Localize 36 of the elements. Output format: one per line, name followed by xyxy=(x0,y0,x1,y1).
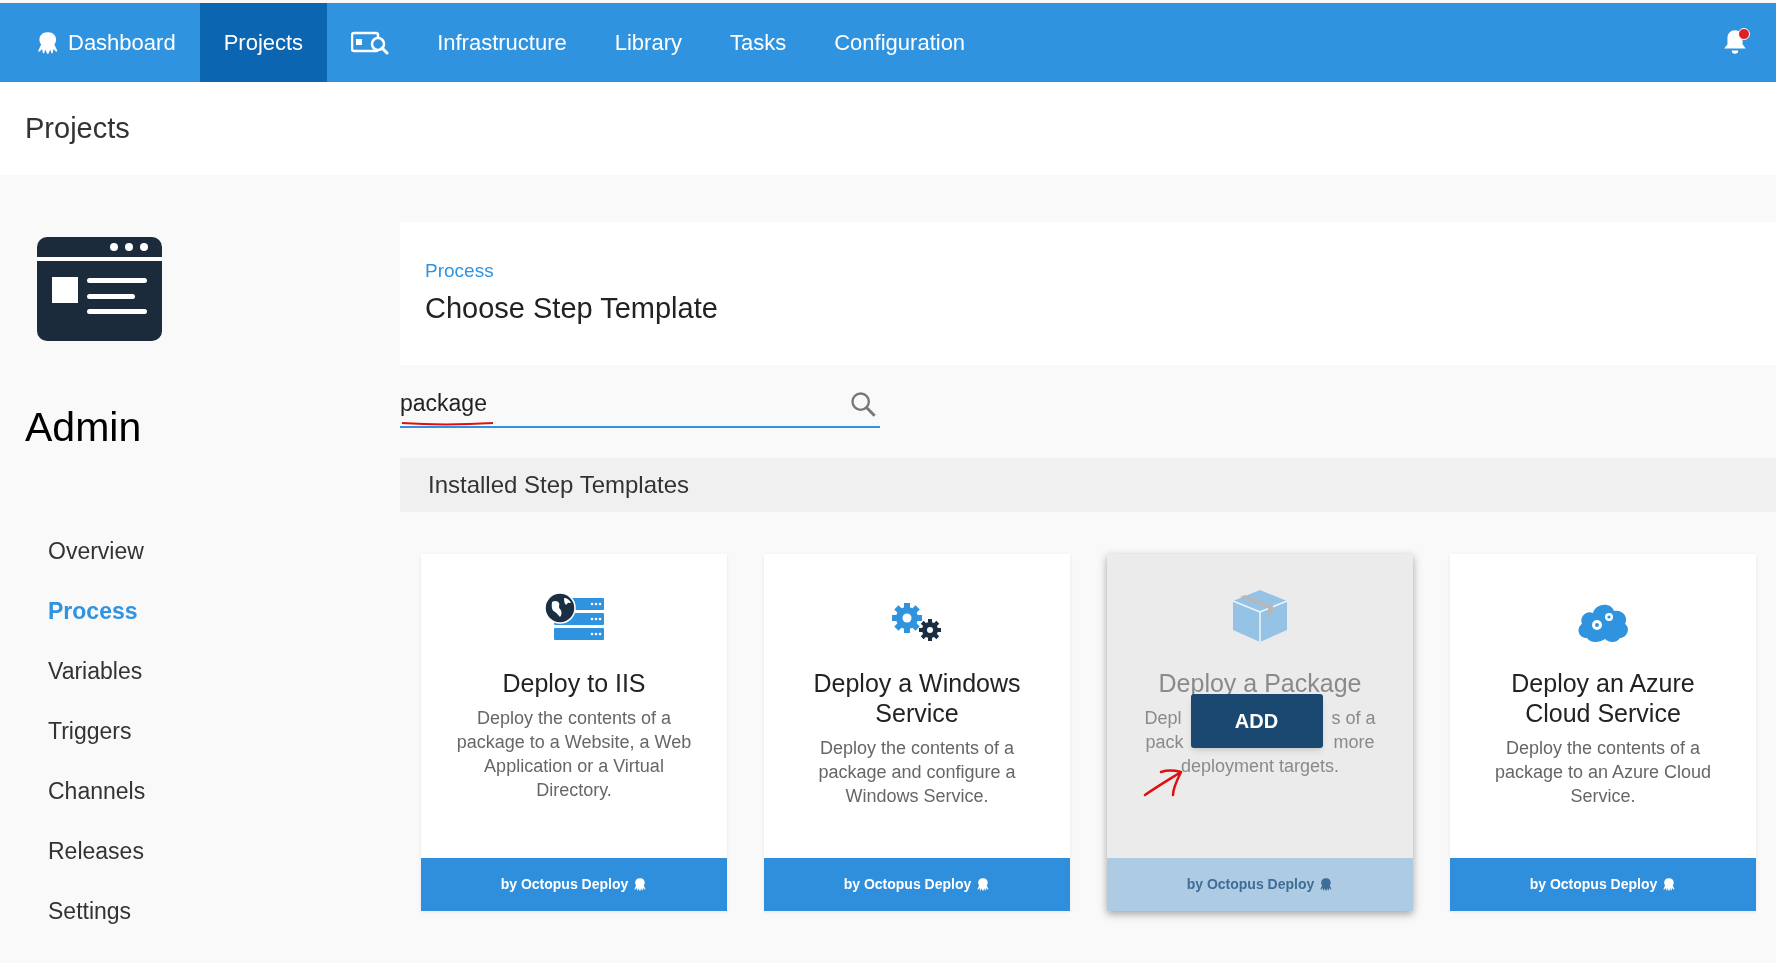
octopus-icon xyxy=(975,877,991,892)
search-input[interactable]: package xyxy=(400,386,849,421)
box-icon xyxy=(1231,588,1289,644)
card-description: Deploy the contents of a package to an Azure Cloud Service. xyxy=(1493,737,1713,808)
sidebar-item[interactable]: Triggers xyxy=(48,701,400,762)
author-label: by Octopus Deploy xyxy=(1529,875,1658,894)
author-label: by Octopus Deploy xyxy=(1186,875,1315,894)
sidebar-item[interactable]: Releases xyxy=(48,821,400,882)
panel-title: Choose Step Template xyxy=(425,291,719,326)
project-name: Admin xyxy=(25,403,143,452)
sidebar-item[interactable]: Settings xyxy=(48,881,400,942)
card-title: Deploy an Azure Cloud Service xyxy=(1510,668,1696,728)
card-description: s of a xyxy=(1331,707,1376,730)
sidebar-item[interactable]: Variables xyxy=(48,641,400,702)
browser-window-icon xyxy=(37,237,162,341)
card-description: Deploy the contents of a package and configure a Windows Service. xyxy=(817,737,1017,808)
sidebar-item[interactable]: Overview xyxy=(48,521,400,582)
page-title: Projects xyxy=(25,110,130,146)
card-description: deployment targets. xyxy=(1180,755,1340,778)
card-description: Depl xyxy=(1144,707,1182,730)
card-description: pack xyxy=(1145,731,1184,754)
octopus-icon xyxy=(1661,877,1677,892)
section-title: Installed Step Templates xyxy=(428,470,690,500)
card-title: Deploy a Windows Service xyxy=(812,668,1022,728)
search-icon xyxy=(849,389,877,418)
octopus-icon xyxy=(1318,877,1334,892)
card-description: more xyxy=(1333,731,1375,754)
card-title: Deploy to IIS xyxy=(502,668,646,698)
author-label: by Octopus Deploy xyxy=(500,875,629,894)
octopus-icon xyxy=(632,877,648,892)
sidebar-item[interactable]: Channels xyxy=(48,761,400,822)
nav-tab[interactable]: Projects xyxy=(199,3,328,82)
author-label: by Octopus Deploy xyxy=(843,875,972,894)
add-button[interactable]: ADD xyxy=(1190,694,1323,748)
card-description: Deploy the contents of a package to a Website, a Web Application or a Virtual Directory. xyxy=(455,707,693,802)
search-icon xyxy=(351,29,390,56)
